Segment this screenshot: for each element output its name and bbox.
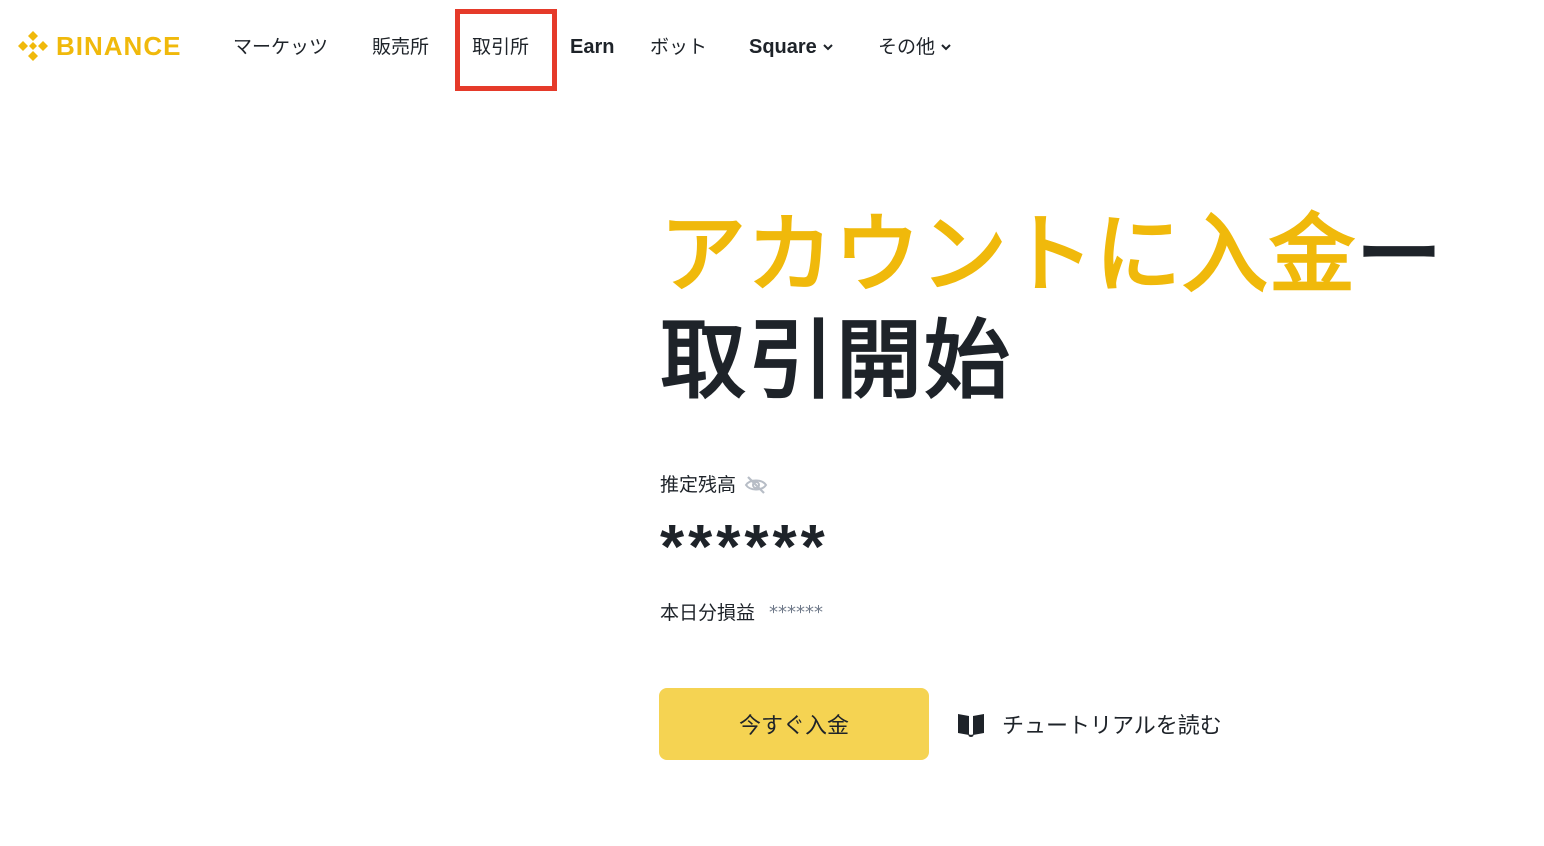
chevron-down-icon: [823, 44, 833, 51]
daily-pnl-label: 本日分損益: [660, 602, 756, 624]
read-tutorial-label: チュートリアルを読む: [1002, 714, 1222, 739]
binance-diamond-icon: [18, 31, 48, 61]
deposit-now-button[interactable]: 今すぐ入金: [659, 688, 929, 760]
top-navigation: BINANCE マーケッツ 販売所 取引所 Earn ボット Square その…: [0, 0, 1544, 95]
nav-item-more-label: その他: [878, 36, 936, 58]
daily-pnl-value: ******: [769, 602, 824, 623]
estimated-balance-text: 推定残高: [660, 474, 737, 496]
eye-hidden-icon[interactable]: [744, 474, 768, 496]
book-icon: [958, 714, 984, 737]
hero-title-line2: 取引開始: [660, 311, 1012, 411]
nav-item-markets[interactable]: マーケッツ: [233, 34, 328, 60]
hero-title-line1: アカウントに入金ー: [660, 200, 1443, 310]
nav-item-more[interactable]: その他: [878, 34, 951, 60]
nav-item-square-label: Square: [749, 36, 817, 58]
brand-logo[interactable]: BINANCE: [16, 29, 181, 63]
nav-item-bot[interactable]: ボット: [650, 34, 707, 60]
estimated-balance-label: 推定残高: [660, 472, 768, 498]
daily-pnl: 本日分損益 ******: [660, 600, 823, 626]
read-tutorial-link[interactable]: チュートリアルを読む: [956, 704, 1222, 744]
nav-item-earn[interactable]: Earn: [570, 34, 614, 60]
nav-item-square[interactable]: Square: [749, 34, 833, 60]
hero-title-dash: ー: [1356, 205, 1443, 305]
brand-name: BINANCE: [56, 30, 182, 61]
hero-title-highlight: アカウントに入金: [660, 205, 1356, 305]
balance-value: ******: [660, 513, 829, 582]
chevron-down-icon: [941, 44, 951, 51]
nav-item-exchange[interactable]: 取引所: [472, 34, 529, 60]
nav-item-broker[interactable]: 販売所: [372, 34, 429, 60]
